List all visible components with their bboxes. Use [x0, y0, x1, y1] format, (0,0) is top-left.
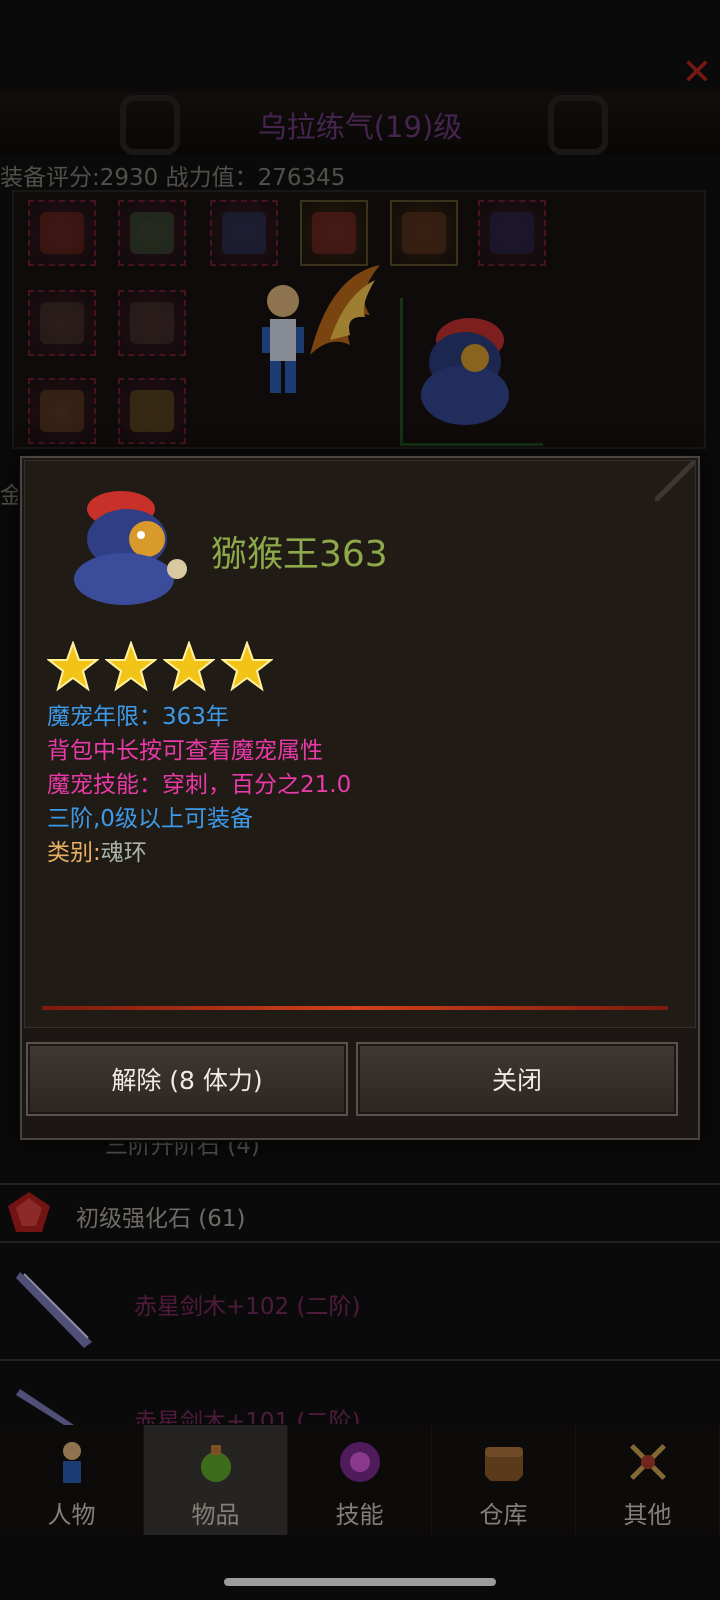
star-icon: [163, 641, 215, 692]
star-icon: [47, 641, 99, 692]
pet-age-line: 魔宠年限：363年: [47, 704, 229, 730]
star-rating: [47, 641, 273, 693]
star-icon: [105, 641, 157, 692]
remove-button[interactable]: 解除 (8 体力): [26, 1042, 348, 1116]
category-label: 类别:: [47, 840, 101, 866]
star-icon: [221, 641, 273, 692]
divider-bar: [42, 1006, 668, 1010]
corner-ornament-icon: [655, 461, 695, 501]
category-value: 魂环: [100, 840, 147, 866]
pet-name: 猕猴王363: [211, 534, 388, 575]
monkey-king-portrait-icon: [74, 491, 187, 605]
equip-requirement: 三阶,0级以上可装备: [47, 806, 253, 832]
pet-skill-line: 魔宠技能：穿刺，百分之21.0: [47, 772, 352, 798]
dialog-content: 猕猴王363 魔宠年限：363年 背包中长按可查看魔宠属性 魔宠技能：穿刺，百分…: [24, 460, 696, 1028]
long-press-hint: 背包中长按可查看魔宠属性: [47, 738, 323, 764]
pet-detail-dialog: 猕猴王363 魔宠年限：363年 背包中长按可查看魔宠属性 魔宠技能：穿刺，百分…: [20, 456, 700, 1140]
close-button[interactable]: 关闭: [356, 1042, 678, 1116]
category-line: 类别:魂环: [47, 833, 147, 867]
